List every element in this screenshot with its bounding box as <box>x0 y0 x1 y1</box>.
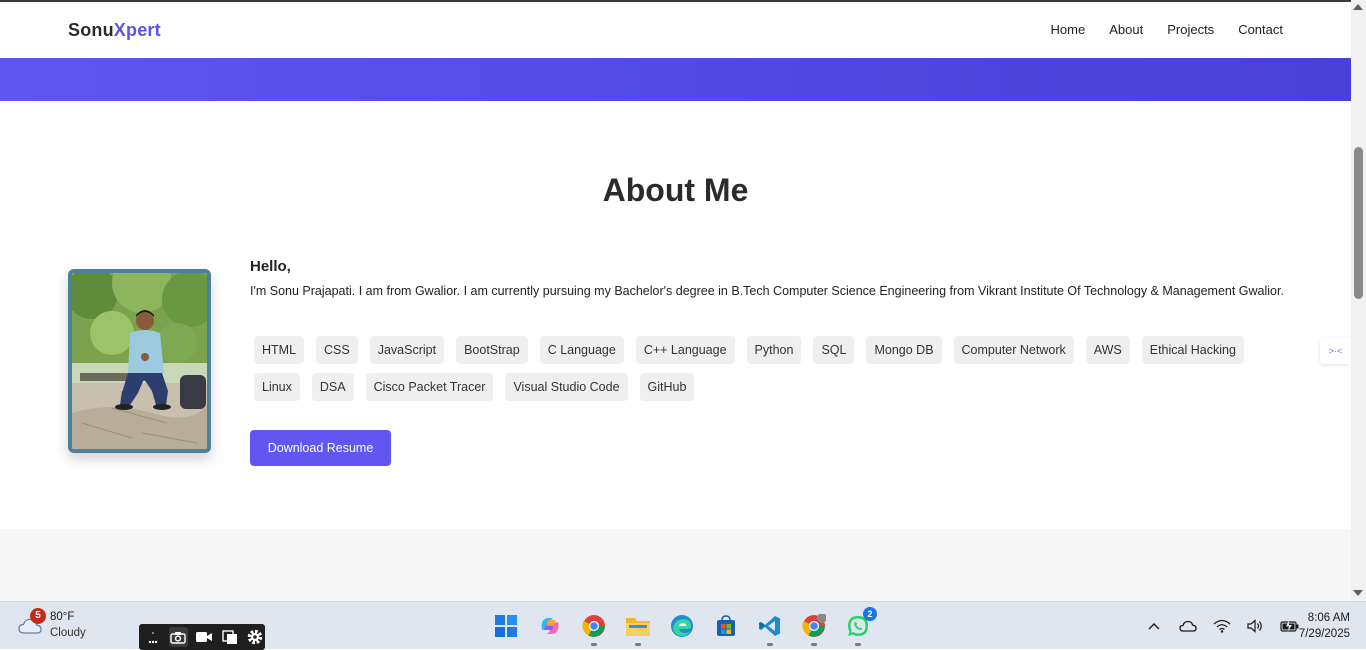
system-tray <box>1144 616 1300 636</box>
hero-banner <box>0 58 1351 101</box>
window-capture-icon[interactable] <box>220 627 240 647</box>
skill-tag: GitHub <box>639 373 695 401</box>
scroll-up-arrow-icon[interactable] <box>1353 4 1363 10</box>
file-explorer-icon[interactable] <box>622 610 654 646</box>
volume-icon[interactable] <box>1246 616 1266 636</box>
capture-toolbar <box>139 624 265 650</box>
nav-links: Home About Projects Contact <box>1027 22 1283 37</box>
floating-widget-icon[interactable]: >·< <box>1320 338 1351 364</box>
brand-text-primary: Sonu <box>68 20 114 40</box>
system-clock[interactable]: 8:06 AM 7/29/2025 <box>1286 610 1350 642</box>
next-section <box>0 529 1351 601</box>
browser-viewport: SonuXpert Home About Projects Contact Ab… <box>0 0 1351 601</box>
profile-photo-image <box>72 273 207 449</box>
windows-start-icon[interactable] <box>490 610 522 642</box>
skill-tag: HTML <box>254 336 305 364</box>
whatsapp-icon[interactable]: 2 <box>842 607 877 646</box>
skill-tag: Linux <box>254 373 300 401</box>
greeting-text: Hello, <box>250 258 291 275</box>
running-indicator <box>855 643 861 646</box>
navbar: SonuXpert Home About Projects Contact <box>0 2 1351 58</box>
skill-tag: Computer Network <box>953 336 1074 364</box>
scroll-down-arrow-icon[interactable] <box>1353 590 1363 596</box>
skill-tag: Python <box>746 336 802 364</box>
page-scrollbar[interactable] <box>1351 0 1366 601</box>
skill-tag: CSS <box>316 336 358 364</box>
running-indicator <box>635 643 641 646</box>
microsoft-store-icon[interactable] <box>710 610 742 642</box>
profile-photo <box>68 269 211 453</box>
skill-tag: Mongo DB <box>866 336 942 364</box>
skill-tag: SQL <box>813 336 855 364</box>
chrome-icon[interactable] <box>578 610 610 646</box>
video-record-icon[interactable] <box>194 627 214 647</box>
chevron-up-icon[interactable] <box>1144 616 1164 636</box>
nav-link-projects[interactable]: Projects <box>1167 22 1214 37</box>
weather-widget[interactable]: 5 80°F Cloudy <box>16 608 116 642</box>
camera-icon[interactable] <box>168 627 189 647</box>
skill-tag: DSA <box>311 373 354 401</box>
copilot-icon[interactable] <box>534 610 566 642</box>
nav-link-about[interactable]: About <box>1109 22 1143 37</box>
clock-time: 8:06 AM <box>1307 612 1350 624</box>
brand-logo[interactable]: SonuXpert <box>68 20 161 41</box>
skill-tag: Visual Studio Code <box>505 373 628 401</box>
wifi-icon[interactable] <box>1212 616 1232 636</box>
running-indicator <box>767 643 773 646</box>
weather-alert-badge: 5 <box>30 608 46 624</box>
scrollbar-thumb[interactable] <box>1354 147 1363 299</box>
download-resume-button[interactable]: Download Resume <box>250 430 391 466</box>
running-indicator <box>591 643 597 646</box>
taskbar-apps: 2 <box>490 607 877 646</box>
skill-tag: Cisco Packet Tracer <box>365 373 494 401</box>
section-title: About Me <box>602 172 749 208</box>
brand-text-accent: Xpert <box>113 20 161 40</box>
window-top-border <box>0 0 1366 2</box>
clock-date: 7/29/2025 <box>1298 628 1350 640</box>
skill-tag: AWS <box>1085 336 1130 364</box>
nav-link-home[interactable]: Home <box>1051 22 1086 37</box>
weather-temperature: 80°F <box>50 611 75 623</box>
weather-condition: Cloudy <box>50 627 86 639</box>
vscode-icon[interactable] <box>754 610 786 646</box>
running-indicator <box>811 643 817 646</box>
skills-list: HTML CSS JavaScript BootStrap C Language… <box>250 336 1290 401</box>
onedrive-cloud-icon[interactable] <box>1178 616 1198 636</box>
windows-taskbar: 5 80°F Cloudy 2 8:06 AM 7/29/2025 <box>0 601 1366 650</box>
nav-link-contact[interactable]: Contact <box>1238 22 1283 37</box>
whatsapp-notification-badge: 2 <box>863 607 877 621</box>
capture-more-icon[interactable] <box>143 627 163 647</box>
skill-tag: Ethical Hacking <box>1141 336 1244 364</box>
chrome-profile-icon[interactable] <box>798 610 830 646</box>
skill-tag: C Language <box>539 336 624 364</box>
edge-icon[interactable] <box>666 610 698 642</box>
skill-tag: C++ Language <box>635 336 735 364</box>
intro-paragraph: I'm Sonu Prajapati. I am from Gwalior. I… <box>250 284 1284 298</box>
settings-gear-icon[interactable] <box>245 627 265 647</box>
skill-tag: JavaScript <box>369 336 445 364</box>
skill-tag: BootStrap <box>456 336 528 364</box>
